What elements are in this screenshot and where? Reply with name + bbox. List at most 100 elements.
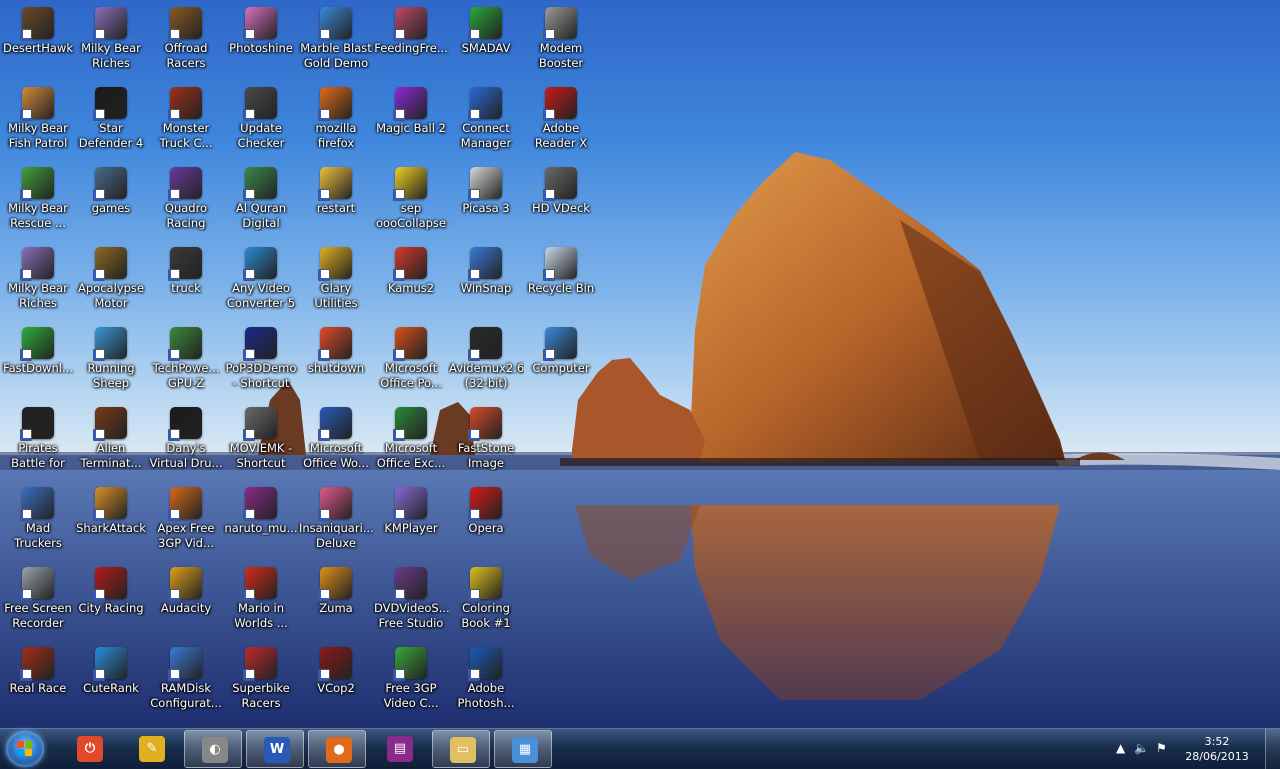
film-reel-icon	[243, 407, 277, 441]
desktop-icon-powerpoint[interactable]: Microsoft Office Po...	[373, 323, 449, 401]
desktop-icon-milky-bear[interactable]: Milky Bear Riches Raid...	[73, 3, 149, 81]
desktop-icon-eye[interactable]: FastStone Image Viewer	[448, 403, 524, 481]
desktop-icon-quad-bike[interactable]: Quadro Racing	[148, 163, 224, 241]
desktop-icon-flower[interactable]: Photoshine	[223, 3, 299, 81]
desktop-icon-character[interactable]: SharkAttack	[73, 483, 149, 561]
action-center-flag-icon[interactable]: ⚑	[1156, 741, 1167, 755]
desktop-icon-gpu-card[interactable]: TechPowe... GPU-Z	[148, 323, 224, 401]
desktop-icon-photoshop[interactable]: Adobe Photosh...	[448, 643, 524, 721]
desktop-icon-tire[interactable]: Offroad Racers	[148, 3, 224, 81]
desktop-icon-alien-game[interactable]: Alien Terminat...	[73, 403, 149, 481]
desktop-icon-book[interactable]: Al Quran Digital	[223, 163, 299, 241]
desktop-icon-power[interactable]: shutdown	[298, 323, 374, 401]
desktop-icon-color-wheel[interactable]: Coloring Book #1	[448, 563, 524, 641]
desktop-icon-3g-modem[interactable]: Connect Manager	[448, 83, 524, 161]
desktop-icon-3gp-converter[interactable]: Free 3GP Video C...	[373, 643, 449, 721]
desktop-icon-picasa[interactable]: Picasa 3	[448, 163, 524, 241]
taskbar-button-screen-recorder-pinned[interactable]: ◐	[184, 730, 242, 768]
desktop-icon-spongebob[interactable]: sep oooCollapse	[373, 163, 449, 241]
desktop-icon-adobe-reader[interactable]: Adobe Reader X	[523, 83, 599, 161]
desktop-icon-star-defender[interactable]: Star Defender 4	[73, 83, 149, 161]
desktop-icon-clapperboard[interactable]: Avidemux2.6 (32-bit)	[448, 323, 524, 401]
taskbar-button-winrar-pinned[interactable]: ▤	[370, 730, 428, 768]
desktop-icon-sheep[interactable]: Running Sheep	[73, 323, 149, 401]
desktop-icon-download-arrow[interactable]: FastDownl...	[0, 323, 76, 401]
desktop-icon-label: Mario in Worlds ...	[234, 601, 288, 630]
desktop-icon-race-game[interactable]: Real Race	[0, 643, 76, 721]
desktop-icon-label: Monster Truck C...	[159, 121, 213, 150]
taskbar-button-explorer-pinned[interactable]: ▭	[432, 730, 490, 768]
taskbar-button-firefox-pinned[interactable]: ●	[308, 730, 366, 768]
desktop-icon-vcop[interactable]: VCop2	[298, 643, 374, 721]
desktop-icon-milky-bear[interactable]: Milky Bear Fish Patrol	[0, 83, 76, 161]
desktop-icon-mario[interactable]: Mario in Worlds ...	[223, 563, 299, 641]
desktop-icon-game[interactable]: PoP3DDemo - Shortcut	[223, 323, 299, 401]
desktop-icon-recycle-bin[interactable]: Recycle Bin	[523, 243, 599, 321]
taskbar-button-control-panel-pinned[interactable]: ▦	[494, 730, 552, 768]
desktop-icon-fs-studio[interactable]: DVDVideoS... Free Studio	[373, 563, 449, 641]
taskbar-button-shutdown-pinned[interactable]: ⏻	[60, 730, 118, 768]
picasa-icon	[468, 167, 502, 201]
desktop-icon-update-checker[interactable]: Update Checker	[223, 83, 299, 161]
desktop-icon-truck[interactable]: truck	[148, 243, 224, 321]
desktop-icon-film-reel[interactable]: MOVIEMK - Shortcut	[223, 403, 299, 481]
desktop-icon-winrar[interactable]: naruto_mu...	[223, 483, 299, 561]
desktop-icon-word-document[interactable]: Microsoft Office Wo...	[298, 403, 374, 481]
flower-icon	[243, 7, 277, 41]
desktop-icon-fish[interactable]: Insaniquari... Deluxe	[298, 483, 374, 561]
excel-icon	[393, 407, 427, 441]
quad-bike-icon	[168, 167, 202, 201]
desktop-icon-smadav-triangle[interactable]: SMADAV	[448, 3, 524, 81]
desktop-icon-utilities[interactable]: Glary Utilities	[298, 243, 374, 321]
desktop-icon-firefox[interactable]: mozilla firefox	[298, 83, 374, 161]
desktop-icon-frog[interactable]: Milky Bear Rescue ...	[0, 163, 76, 241]
desktop-icon-motorbike[interactable]: Superbike Racers	[223, 643, 299, 721]
desktop-icon-chart[interactable]: CuteRank	[73, 643, 149, 721]
desktop-icon-label: Update Checker	[237, 121, 285, 150]
video-converter-icon	[168, 487, 202, 521]
taskbar-button-word-pinned[interactable]: W	[246, 730, 304, 768]
desktop-icon-magic-ball[interactable]: Magic Ball 2	[373, 83, 449, 161]
desktop-icon-zuma[interactable]: Zuma	[298, 563, 374, 641]
desktop-icon-marble[interactable]: Marble Blast Gold Demo	[298, 3, 374, 81]
desktop-icon-label: naruto_mu...	[224, 521, 298, 535]
desktop-icon-opera[interactable]: Opera	[448, 483, 524, 561]
desktop-icon-speaker[interactable]: HD VDeck	[523, 163, 599, 241]
desktop-icon-modem-booster[interactable]: Modem Booster	[523, 3, 599, 81]
start-button[interactable]	[6, 731, 44, 767]
race-game-icon	[20, 647, 54, 681]
show-desktop-button[interactable]	[1265, 729, 1280, 769]
taskbar-button-utilities-pinned[interactable]: ✎	[122, 730, 180, 768]
desktop-icon-monster-truck[interactable]: Monster Truck C...	[148, 83, 224, 161]
desktop-icon-label: Modem Booster	[538, 41, 584, 70]
desktop-icon-skull[interactable]: Pirates Battle for the Cari...	[0, 403, 76, 481]
desktop-icon-label: FastStone Image Viewer	[457, 441, 515, 470]
desktop-icon-truck[interactable]: Mad Truckers	[0, 483, 76, 561]
show-hidden-icons-icon[interactable]: ▲	[1116, 741, 1125, 755]
zuma-icon	[318, 567, 352, 601]
desktop-icon-computer[interactable]: Computer	[523, 323, 599, 401]
photoshop-icon	[468, 647, 502, 681]
volume-icon[interactable]: 🔈	[1134, 741, 1149, 755]
desktop-icon-label: Microsoft Office Wo...	[303, 441, 369, 470]
desktop-icon-excel[interactable]: Microsoft Office Exc...	[373, 403, 449, 481]
desktop-icon-desert-hawk-game[interactable]: DesertHawk	[0, 3, 76, 81]
desktop-icon-winsnap[interactable]: WinSnap	[448, 243, 524, 321]
desktop-icon-fish[interactable]: FeedingFre...	[373, 3, 449, 81]
utilities-icon	[318, 247, 352, 281]
desktop-icon-restart[interactable]: restart	[298, 163, 374, 241]
desktop-icon-dictionary-book[interactable]: Kamus2	[373, 243, 449, 321]
desktop-icon-label: Audacity	[160, 601, 212, 615]
desktop-icon-video-converter[interactable]: Apex Free 3GP Vid...	[148, 483, 224, 561]
desktop-icon-film-folder[interactable]: games	[73, 163, 149, 241]
desktop-icon-kmplayer[interactable]: KMPlayer	[373, 483, 449, 561]
desktop-icon-city-racing[interactable]: City Racing	[73, 563, 149, 641]
clock[interactable]: 3:52 28/06/2013	[1182, 734, 1252, 764]
desktop-icon-camera[interactable]: Free Screen Recorder	[0, 563, 76, 641]
desktop-icon-milky-bear[interactable]: Milky Bear Riches Ridi...	[0, 243, 76, 321]
desktop-icon-car-game[interactable]: Apocalypse Motor Racers	[73, 243, 149, 321]
desktop-icon-headphones[interactable]: Audacity	[148, 563, 224, 641]
desktop-icon-ramdisk[interactable]: RAMDisk Configurat...	[148, 643, 224, 721]
desktop-icon-dvd[interactable]: Dany's Virtual Dru...	[148, 403, 224, 481]
desktop-icon-video-converter[interactable]: Any Video Converter 5	[223, 243, 299, 321]
